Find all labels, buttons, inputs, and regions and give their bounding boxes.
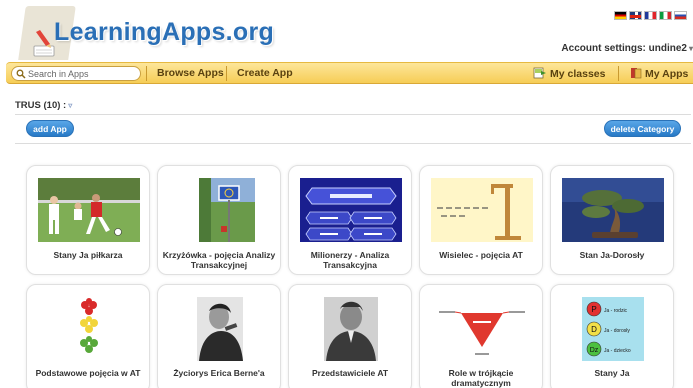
app-title: Stany Ja piłkarza — [53, 250, 123, 260]
app-thumbnail: P D Dz Ja - rodzic Ja - dorosły Ja - dzi… — [562, 297, 664, 361]
ego-state-dz: Dz — [590, 347, 599, 354]
ego-state-p-label: Ja - rodzic — [604, 308, 628, 314]
app-thumbnail — [38, 178, 140, 242]
nav-divider — [618, 66, 619, 81]
my-apps-link[interactable]: My Apps — [630, 67, 688, 80]
search-icon — [16, 69, 26, 79]
classes-icon — [533, 67, 546, 79]
bonsai-tree-image — [562, 178, 664, 242]
app-card[interactable]: Stany Ja piłkarza — [26, 165, 150, 275]
app-card[interactable]: Stan Ja-Dorosły — [550, 165, 674, 275]
flag-ru-icon[interactable] — [674, 11, 687, 20]
app-title: Krzyżówka - pojęcia Analizy Transakcyjne… — [162, 250, 276, 270]
app-title: Życiorys Erica Berne'a — [173, 368, 265, 378]
portrait-eric-berne-image — [169, 297, 271, 361]
flag-en-icon[interactable] — [629, 11, 642, 20]
app-card[interactable]: Krzyżówka - pojęcia Analizy Transakcyjne… — [157, 165, 281, 275]
flag-fr-icon[interactable] — [644, 11, 657, 20]
ego-states-image: P D Dz Ja - rodzic Ja - dorosły Ja - dzi… — [562, 297, 664, 361]
app-thumbnail — [169, 297, 271, 361]
chevron-down-icon: ▿ — [68, 101, 73, 110]
app-card[interactable]: Role w trójkącie dramatycznym — [419, 284, 543, 388]
app-title: Przedstawiciele AT — [311, 368, 389, 378]
page: LearningApps.org Account settings: undin… — [0, 0, 693, 388]
add-app-button[interactable]: add App — [26, 120, 74, 137]
app-thumbnail — [38, 297, 140, 361]
main-navbar: Browse Apps Create App My classes My App… — [6, 62, 693, 84]
nav-divider — [146, 66, 147, 81]
divider-top — [15, 114, 691, 115]
app-thumbnail — [562, 178, 664, 242]
logo-text: LearningApps.org — [54, 18, 275, 46]
flag-de-icon[interactable] — [614, 11, 627, 20]
search-box — [11, 66, 141, 81]
app-thumbnail — [431, 178, 533, 242]
football-players-image — [38, 178, 140, 242]
app-card[interactable]: Wisielec - pojęcia AT — [419, 165, 543, 275]
app-thumbnail — [300, 178, 402, 242]
app-thumbnail — [169, 178, 271, 242]
account-settings-label: Account settings: undine2 — [561, 43, 687, 54]
app-title: Podstawowe pojęcia w AT — [35, 368, 141, 378]
my-apps-label: My Apps — [645, 68, 689, 80]
app-thumbnail — [431, 297, 533, 361]
road-sign-image — [169, 178, 271, 242]
category-label: TRUS (10) : — [15, 100, 67, 111]
create-app-link[interactable]: Create App — [237, 67, 293, 79]
ego-state-d-label: Ja - dorosły — [604, 328, 630, 334]
my-classes-link[interactable]: My classes — [533, 67, 605, 80]
app-title: Milionerzy - Analiza Transakcyjna — [310, 250, 390, 270]
app-card[interactable]: Podstawowe pojęcia w AT — [26, 284, 150, 388]
browse-apps-link[interactable]: Browse Apps — [157, 67, 224, 79]
app-title: Stan Ja-Dorosły — [579, 250, 645, 260]
my-classes-label: My classes — [550, 68, 606, 80]
apps-icon — [631, 68, 642, 79]
portrait-man-image — [300, 297, 402, 361]
category-selector[interactable]: TRUS (10) : ▿ — [15, 100, 72, 111]
app-card[interactable]: Przedstawiciele AT — [288, 284, 412, 388]
delete-category-button[interactable]: delete Category — [604, 120, 681, 137]
chevron-down-icon: ▾ — [688, 44, 693, 53]
ego-state-dz-label: Ja - dziecko — [604, 348, 631, 354]
ego-state-d: D — [591, 325, 597, 334]
app-title: Role w trójkącie dramatycznym — [448, 368, 514, 388]
app-thumbnail — [300, 297, 402, 361]
traffic-light-image — [38, 297, 140, 361]
flag-it-icon[interactable] — [659, 11, 672, 20]
divider-bottom — [15, 143, 691, 144]
app-card[interactable]: P D Dz Ja - rodzic Ja - dorosły Ja - dzi… — [550, 284, 674, 388]
app-title: Wisielec - pojęcia AT — [439, 250, 523, 260]
language-selector — [614, 11, 687, 20]
millionaire-quiz-image — [300, 178, 402, 242]
logo[interactable]: LearningApps.org — [18, 6, 274, 64]
app-title: Stany Ja — [594, 368, 630, 378]
hangman-image — [431, 178, 533, 242]
account-settings-link[interactable]: Account settings: undine2 ▾ — [561, 43, 693, 54]
nav-divider — [226, 66, 227, 81]
drama-triangle-image — [431, 297, 533, 361]
app-card[interactable]: Milionerzy - Analiza Transakcyjna — [288, 165, 412, 275]
app-card[interactable]: Życiorys Erica Berne'a — [157, 284, 281, 388]
search-input[interactable] — [28, 68, 138, 79]
ego-state-p: P — [591, 305, 596, 314]
